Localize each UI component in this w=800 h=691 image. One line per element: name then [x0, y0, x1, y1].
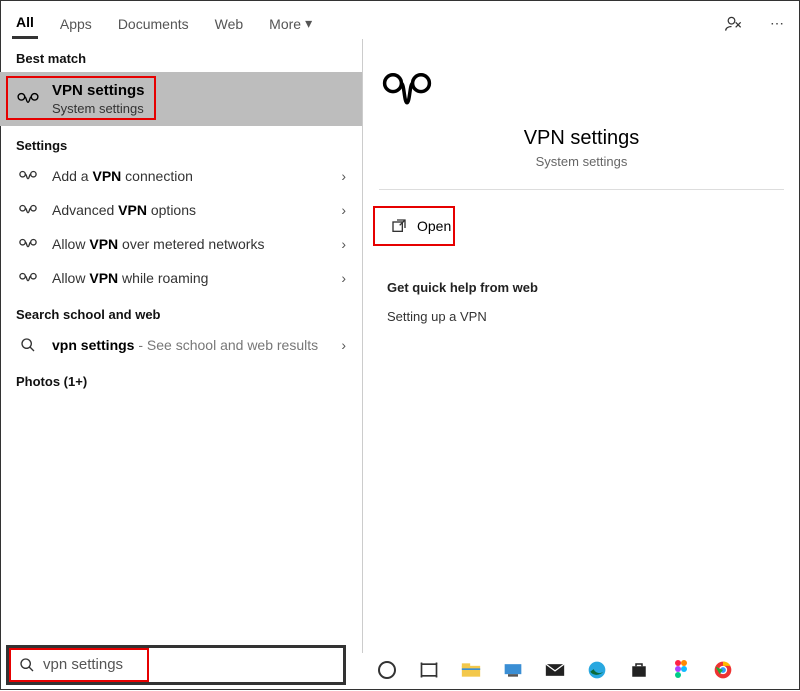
best-match-result[interactable]: VPN settings System settings: [0, 72, 362, 126]
help-heading: Get quick help from web: [363, 250, 800, 301]
search-input[interactable]: [43, 656, 139, 673]
search-icon: [19, 657, 35, 673]
open-label: Open: [417, 218, 451, 234]
vpn-icon-large: [379, 69, 784, 117]
preview-title: VPN settings: [379, 127, 784, 150]
open-icon: [391, 218, 407, 234]
app-icon[interactable]: [502, 659, 524, 681]
preview-subtitle: System settings: [379, 154, 784, 169]
vpn-icon: [16, 91, 40, 107]
chrome-icon[interactable]: [712, 659, 734, 681]
help-link[interactable]: Setting up a VPN: [363, 301, 800, 332]
task-view-icon[interactable]: [418, 659, 440, 681]
file-explorer-icon[interactable]: [460, 659, 482, 681]
best-match-subtitle: System settings: [52, 101, 145, 116]
open-button[interactable]: Open: [373, 206, 455, 246]
taskbar-search-box[interactable]: [6, 645, 346, 685]
store-icon[interactable]: [628, 659, 650, 681]
figma-icon[interactable]: [670, 659, 692, 681]
cortana-icon[interactable]: [376, 659, 398, 681]
best-match-title: VPN settings: [52, 82, 145, 99]
edge-icon[interactable]: [586, 659, 608, 681]
mail-icon[interactable]: [544, 659, 566, 681]
